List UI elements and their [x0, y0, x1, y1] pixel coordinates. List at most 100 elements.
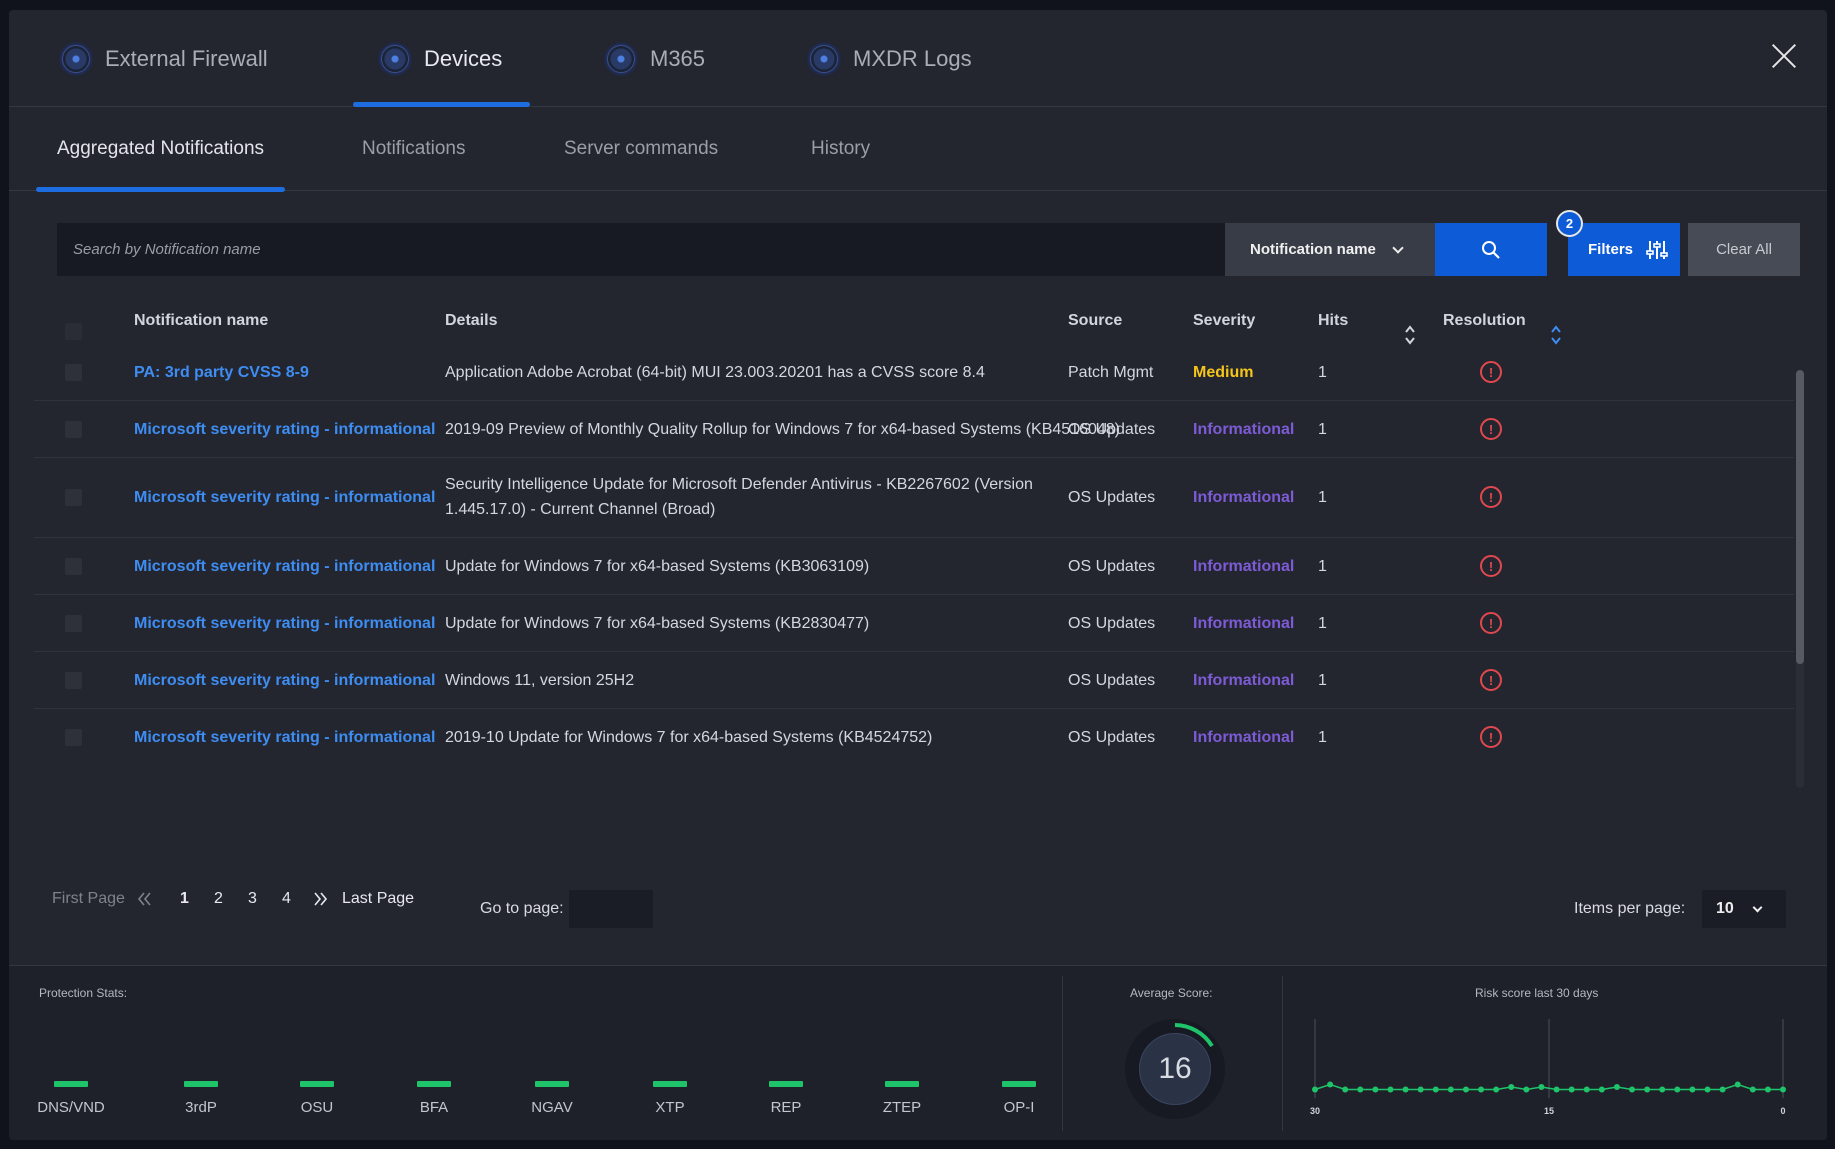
tab-m365[interactable]: M365: [607, 10, 705, 107]
page-link[interactable]: 4: [282, 890, 291, 908]
search-button[interactable]: [1435, 223, 1547, 276]
tab-history[interactable]: History: [811, 107, 870, 191]
hits-count: 1: [1318, 364, 1327, 381]
data-point: [1508, 1084, 1515, 1090]
status-dot-icon: [381, 44, 409, 73]
row-checkbox[interactable]: [65, 421, 82, 438]
header-source[interactable]: Source: [1068, 312, 1122, 330]
double-chevron-left-icon[interactable]: [137, 891, 151, 907]
severity-badge: Informational: [1193, 489, 1295, 506]
page-link[interactable]: 2: [214, 890, 223, 908]
details-text: Update for Windows 7 for x64-based Syste…: [445, 615, 870, 632]
filter-count-badge: 2: [1556, 210, 1583, 237]
tab-label: Server commands: [564, 138, 719, 159]
tab-label: External Firewall: [105, 45, 268, 71]
protection-label: OP-I: [1003, 1099, 1035, 1116]
table-scrollbar[interactable]: [1796, 370, 1804, 788]
tab-mxdr-logs[interactable]: MXDR Logs: [810, 10, 972, 107]
table-row[interactable]: Microsoft severity rating - informationa…: [34, 538, 1794, 595]
header-resolution[interactable]: Resolution: [1443, 312, 1526, 330]
notifications-modal: External Firewall Devices M365 MXDR Logs…: [9, 10, 1827, 1140]
items-per-page-select[interactable]: 10: [1702, 890, 1786, 928]
row-checkbox[interactable]: [65, 672, 82, 689]
data-point: [1357, 1086, 1364, 1093]
alert-circle-icon[interactable]: !: [1480, 486, 1502, 508]
tab-external-firewall[interactable]: External Firewall: [62, 10, 268, 107]
alert-circle-icon[interactable]: !: [1480, 418, 1502, 440]
double-chevron-right-icon[interactable]: [314, 891, 328, 907]
details-text: Update for Windows 7 for x64-based Syste…: [445, 558, 870, 575]
header-severity[interactable]: Severity: [1193, 312, 1255, 330]
page-link[interactable]: 3: [248, 890, 257, 908]
data-point: [1372, 1086, 1379, 1093]
tab-devices[interactable]: Devices: [352, 10, 531, 107]
status-dot-icon: [62, 44, 90, 73]
tab-label: Aggregated Notifications: [57, 138, 265, 159]
data-point: [1327, 1081, 1334, 1088]
table-row[interactable]: Microsoft severity rating - informationa…: [34, 709, 1794, 766]
protection-item: OP-I: [979, 1081, 1059, 1117]
sort-icon[interactable]: [1550, 324, 1562, 346]
notification-name-link[interactable]: Microsoft severity rating - informationa…: [134, 611, 435, 636]
first-page-link[interactable]: First Page: [52, 890, 125, 908]
alert-circle-icon[interactable]: !: [1480, 361, 1502, 383]
search-field-select[interactable]: Notification name: [1225, 223, 1435, 276]
status-bar: [769, 1081, 803, 1087]
alert-circle-icon[interactable]: !: [1480, 669, 1502, 691]
alert-circle-icon[interactable]: !: [1480, 555, 1502, 577]
status-bar: [535, 1081, 569, 1087]
tab-label: History: [811, 138, 871, 159]
table-row[interactable]: PA: 3rd party CVSS 8-9 Application Adobe…: [34, 344, 1794, 401]
tab-aggregated-notifications[interactable]: Aggregated Notifications: [35, 107, 286, 192]
data-point: [1478, 1086, 1485, 1093]
data-point: [1613, 1084, 1620, 1090]
notification-name-link[interactable]: Microsoft severity rating - informationa…: [134, 417, 435, 442]
row-checkbox[interactable]: [65, 364, 82, 381]
notification-name-link[interactable]: Microsoft severity rating - informationa…: [134, 725, 435, 750]
status-bar: [54, 1081, 88, 1087]
notification-name-link[interactable]: Microsoft severity rating - informationa…: [134, 554, 435, 579]
sort-icon[interactable]: [1404, 324, 1416, 346]
row-checkbox[interactable]: [65, 615, 82, 632]
tab-notifications[interactable]: Notifications: [362, 107, 466, 191]
row-checkbox[interactable]: [65, 489, 82, 506]
close-icon[interactable]: [1769, 42, 1799, 72]
page-link-active[interactable]: 1: [180, 890, 189, 908]
scrollbar-thumb[interactable]: [1796, 370, 1804, 664]
header-hits[interactable]: Hits: [1318, 312, 1348, 330]
data-point: [1674, 1086, 1681, 1093]
alert-circle-icon[interactable]: !: [1480, 612, 1502, 634]
data-point: [1387, 1086, 1394, 1093]
protection-item: REP: [746, 1081, 826, 1117]
source-text: Patch Mgmt: [1068, 364, 1154, 381]
protection-item: NGAV: [512, 1081, 592, 1117]
protection-stats-title: Protection Stats:: [39, 986, 128, 1000]
notification-name-link[interactable]: Microsoft severity rating - informationa…: [134, 485, 435, 510]
row-checkbox[interactable]: [65, 729, 82, 746]
row-checkbox[interactable]: [65, 558, 82, 575]
chevron-down-icon: [1392, 241, 1404, 254]
filters-button[interactable]: 2 Filters: [1556, 210, 1680, 276]
table-row[interactable]: Microsoft severity rating - informationa…: [34, 652, 1794, 709]
notification-name-link[interactable]: PA: 3rd party CVSS 8-9: [134, 360, 309, 385]
select-all-checkbox[interactable]: [65, 323, 82, 340]
last-page-link[interactable]: Last Page: [342, 890, 414, 908]
protection-item: DNS/VND: [31, 1081, 111, 1117]
notification-name-link[interactable]: Microsoft severity rating - informationa…: [134, 668, 435, 693]
status-bar: [653, 1081, 687, 1087]
protection-item: XTP: [630, 1081, 710, 1117]
table-row[interactable]: Microsoft severity rating - informationa…: [34, 458, 1794, 538]
pagination: First Page 1 2 3 4 Last Page: [52, 890, 452, 920]
search-input[interactable]: [57, 223, 1225, 276]
goto-page-input[interactable]: [569, 890, 653, 928]
hits-count: 1: [1318, 558, 1327, 575]
table-row[interactable]: Microsoft severity rating - informationa…: [34, 595, 1794, 652]
tab-server-commands[interactable]: Server commands: [564, 107, 718, 191]
protection-label: REP: [770, 1099, 802, 1116]
divider: [1282, 976, 1283, 1131]
alert-circle-icon[interactable]: !: [1480, 726, 1502, 748]
data-point: [1432, 1086, 1439, 1093]
table-row[interactable]: Microsoft severity rating - informationa…: [34, 401, 1794, 458]
header-notification-name[interactable]: Notification name: [134, 312, 268, 330]
clear-all-button[interactable]: Clear All: [1688, 223, 1800, 276]
